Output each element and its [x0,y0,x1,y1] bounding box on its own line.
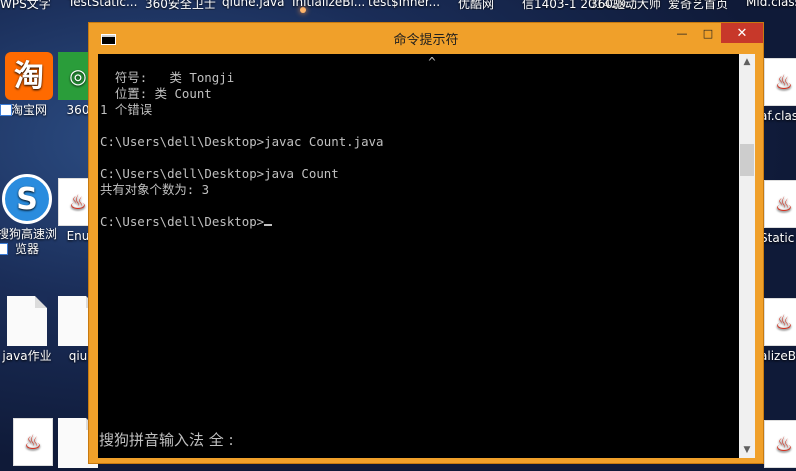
taskbar-item[interactable]: 爱奇艺首页 [668,0,728,10]
java-file-icon: ♨ [13,418,53,466]
taskbar-strip: WPS文字 TestStatic... 360安全卫士 qiune.java I… [0,0,796,10]
desktop-icon-label: 搜狗高速浏览器 [0,227,57,256]
taskbar-item[interactable]: InitializeBl... [292,0,365,9]
desktop-icon-static[interactable]: ♨ Static [760,180,796,246]
taskbar-item[interactable]: Mid.class [746,0,796,9]
window-title: 命令提示符 [393,33,459,48]
desktop-icon-java[interactable]: ♨ [760,420,796,471]
java-file-icon: ♨ [764,180,796,228]
scroll-up-arrow-icon[interactable]: ▲ [739,54,755,70]
shortcut-arrow-icon [0,243,8,255]
text-cursor [264,224,273,226]
console-line: 1 个错误 [100,102,153,117]
taskbar-item[interactable]: WPS文字 [0,0,51,10]
taobao-icon: 淘 [0,52,53,116]
desktop-icon-label: 淘宝网 [10,103,47,117]
desktop-icon-sogou-browser[interactable]: S 搜狗高速浏览器 [0,174,60,257]
close-button[interactable]: ✕ [721,23,763,43]
java-file-icon: ♨ [764,58,796,106]
console-text: ^ 符号: 类 Tongji 位置: 类 Count 1 个错误 C:\User… [100,54,436,230]
sogou-browser-icon: S [0,174,52,255]
taskbar-item[interactable]: TestStatic... [68,0,137,9]
prompt-line: C:\Users\dell\Desktop> [100,214,265,229]
taskbar-item[interactable]: 优酷网 [458,0,494,10]
maximize-button[interactable]: □ [695,23,721,43]
taskbar-item[interactable]: qiune.java [222,0,285,9]
taskbar-item[interactable]: test$Inner... [368,0,440,9]
shortcut-arrow-icon [0,104,12,116]
desktop-icon-label: 360 [66,103,90,117]
scrollbar-thumb[interactable] [740,144,754,176]
console-line: 符号: 类 Tongji [100,70,235,85]
desktop-icon-alizeb[interactable]: ♨ alizeB [760,298,796,364]
desktop-icon-label: qiu [68,349,88,363]
console-line: 位置: 类 Count [100,86,212,101]
desktop-icon-label: java作业 [2,349,52,363]
file-icon [7,296,47,346]
title-bar[interactable]: 命令提示符 — □ ✕ [89,23,763,53]
desktop-icon-java-class[interactable]: ♨ [2,418,64,469]
scroll-down-arrow-icon[interactable]: ▼ [739,442,755,458]
desktop-icon-label: af.clas [760,109,796,123]
console-line: ^ [100,54,436,69]
taskbar-item[interactable]: 360安全卫士 [145,0,216,10]
java-file-icon: ♨ [764,298,796,346]
console-line: C:\Users\dell\Desktop>javac Count.java [100,134,384,149]
desktop-icon-label: Enu [66,229,90,243]
minimize-button[interactable]: — [669,23,695,43]
desktop-icon-af-class[interactable]: ♨ af.clas [760,58,796,124]
desktop-icon-label: alizeB [760,349,796,363]
console-line: C:\Users\dell\Desktop>java Count [100,166,339,181]
desktop-icon-taobao[interactable]: 淘 淘宝网 [0,52,60,118]
taskbar-item[interactable]: 360驱动大师 [590,0,661,10]
command-prompt-window[interactable]: 命令提示符 — □ ✕ ^ 符号: 类 Tongji 位置: 类 Count 1… [88,22,764,464]
vertical-scrollbar[interactable]: ▲ ▼ [739,54,755,458]
desktop-icon-label: Static [760,231,795,245]
java-file-icon: ♨ [764,420,796,468]
desktop-icon-java-homework[interactable]: java作业 [0,296,58,364]
console-output[interactable]: ^ 符号: 类 Tongji 位置: 类 Count 1 个错误 C:\User… [98,54,739,458]
console-line: 共有对象个数为: 3 [100,182,210,197]
ime-status-bar: 搜狗拼音输入法 全 : [99,431,234,449]
